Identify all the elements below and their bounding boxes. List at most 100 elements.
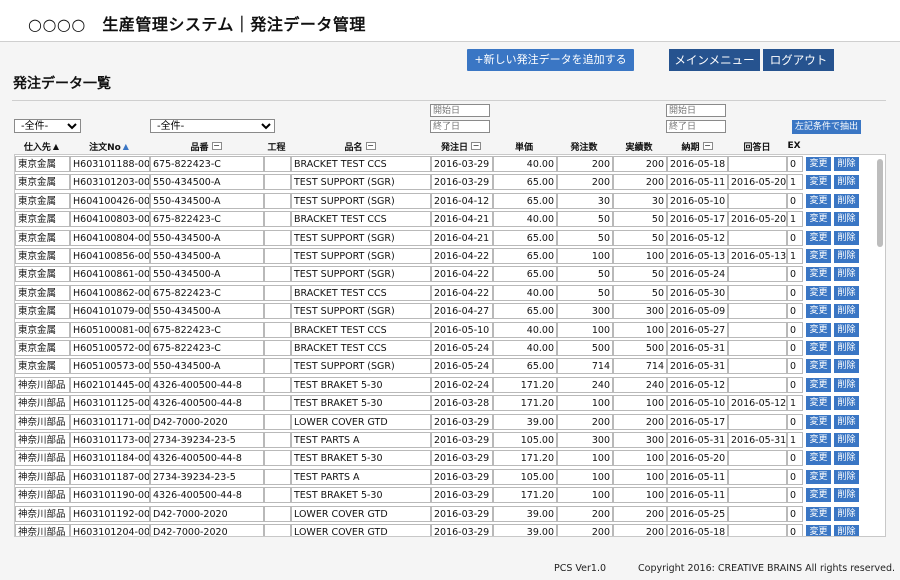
cell-unit-price: 171.20 <box>493 376 557 393</box>
col-header-part-no[interactable]: 品番 − <box>149 139 263 153</box>
col-header-actual-qty-label: 実績数 <box>625 142 653 153</box>
cell-ex: 0 <box>787 340 803 356</box>
delete-button[interactable]: 削除 <box>834 414 859 429</box>
logout-button[interactable]: ログアウト <box>763 49 834 71</box>
filter-icon[interactable]: − <box>471 142 481 150</box>
cell-delivery-date: 2016-05-31 <box>667 432 728 448</box>
cell-ex: 0 <box>787 468 803 485</box>
edit-button[interactable]: 変更 <box>806 525 831 536</box>
filter-icon[interactable]: − <box>211 142 222 150</box>
col-header-actual-qty: 実績数 <box>612 139 666 153</box>
edit-button[interactable]: 変更 <box>806 451 831 466</box>
cell-delivery-date: 2016-05-30 <box>667 284 728 301</box>
supplier-filter-select[interactable]: -全件- <box>14 119 81 133</box>
main-menu-button[interactable]: メインメニュー <box>669 49 760 71</box>
cell-ex: 0 <box>787 413 803 430</box>
delete-button[interactable]: 削除 <box>834 285 859 300</box>
edit-button[interactable]: 変更 <box>806 377 831 392</box>
apply-filter-button[interactable]: 左記条件で抽出 <box>792 120 861 134</box>
edit-button[interactable]: 変更 <box>806 212 831 227</box>
edit-button[interactable]: 変更 <box>806 193 831 208</box>
cell-reply-date <box>728 376 787 393</box>
edit-button[interactable]: 変更 <box>806 285 831 300</box>
cell-part-no: 4326-400500-44-8 <box>150 395 264 412</box>
order-date-end-input[interactable] <box>430 120 490 133</box>
cell-supplier: 東京金属 <box>15 174 70 191</box>
vertical-scrollbar[interactable] <box>877 156 883 536</box>
delete-button[interactable]: 削除 <box>834 451 859 466</box>
delete-button[interactable]: 削除 <box>834 377 859 392</box>
edit-button[interactable]: 変更 <box>806 304 831 319</box>
edit-button[interactable]: 変更 <box>806 414 831 429</box>
delete-button[interactable]: 削除 <box>834 249 859 263</box>
delete-button[interactable]: 削除 <box>834 193 859 208</box>
filter-icon[interactable]: − <box>702 142 713 150</box>
delete-button[interactable]: 削除 <box>834 359 859 374</box>
cell-delivery-date: 2016-05-13 <box>667 248 728 264</box>
table-row: 東京金属 H604100856-00 550-434500-A TEST SUPPOR… <box>15 247 877 265</box>
edit-button[interactable]: 変更 <box>806 433 831 447</box>
delete-button[interactable]: 削除 <box>834 322 859 337</box>
delete-button[interactable]: 削除 <box>834 341 859 355</box>
sort-asc-icon[interactable]: ▲ <box>53 142 59 151</box>
delivery-date-start-input[interactable] <box>666 104 726 117</box>
delete-button[interactable]: 削除 <box>834 157 859 171</box>
edit-button[interactable]: 変更 <box>806 175 831 190</box>
cell-actual-qty: 50 <box>613 284 667 301</box>
edit-button[interactable]: 変更 <box>806 359 831 374</box>
cell-order-no: H603101173-00 <box>70 432 150 448</box>
col-header-delivery-date[interactable]: 納期 − <box>666 139 728 153</box>
edit-button[interactable]: 変更 <box>806 469 831 484</box>
delete-button[interactable]: 削除 <box>834 304 859 319</box>
add-order-button[interactable]: +新しい発注データを追加する <box>467 49 634 71</box>
delete-button[interactable]: 削除 <box>834 230 859 245</box>
edit-button[interactable]: 変更 <box>806 157 831 171</box>
cell-part-no: D42-7000-2020 <box>150 413 264 430</box>
col-header-reply-date: 回答日 <box>728 139 786 153</box>
col-header-supplier[interactable]: 仕入先 ▲ <box>14 139 69 153</box>
edit-button[interactable]: 変更 <box>806 488 831 503</box>
edit-button[interactable]: 変更 <box>806 230 831 245</box>
edit-button[interactable]: 変更 <box>806 396 831 411</box>
cell-ex: 1 <box>787 432 803 448</box>
delete-button[interactable]: 削除 <box>834 506 859 521</box>
cell-order-date: 2016-03-29 <box>431 413 493 430</box>
cell-part-no: 675-822423-C <box>150 321 264 338</box>
cell-ex: 0 <box>787 229 803 246</box>
delete-button[interactable]: 削除 <box>834 488 859 503</box>
col-header-part-name[interactable]: 品名 − <box>290 139 430 153</box>
divider <box>12 100 886 101</box>
delete-button[interactable]: 削除 <box>834 525 859 536</box>
cell-order-date: 2016-04-22 <box>431 284 493 301</box>
cell-unit-price: 171.20 <box>493 395 557 412</box>
cell-unit-price: 171.20 <box>493 450 557 467</box>
order-date-start-input[interactable] <box>430 104 490 117</box>
part-filter-select[interactable]: -全件- <box>150 119 275 133</box>
delivery-date-end-input[interactable] <box>666 120 726 133</box>
edit-button[interactable]: 変更 <box>806 506 831 521</box>
scrollbar-thumb[interactable] <box>877 159 883 247</box>
cell-part-name: LOWER COVER GTD <box>291 524 431 536</box>
delete-button[interactable]: 削除 <box>834 212 859 227</box>
cell-order-qty: 714 <box>557 358 613 375</box>
cell-part-name: TEST SUPPORT (SGR) <box>291 192 431 209</box>
table-row: 東京金属 H605100572-00 675-822423-C BRACKET TES… <box>15 339 877 357</box>
delete-button[interactable]: 削除 <box>834 175 859 190</box>
sort-asc-icon[interactable]: ▲ <box>123 142 129 151</box>
delete-button[interactable]: 削除 <box>834 396 859 411</box>
cell-supplier: 東京金属 <box>15 211 70 228</box>
filter-icon[interactable]: − <box>365 142 376 150</box>
col-header-order-date[interactable]: 発注日 − <box>430 139 492 153</box>
cell-actual-qty: 50 <box>613 266 667 283</box>
edit-button[interactable]: 変更 <box>806 341 831 355</box>
edit-button[interactable]: 変更 <box>806 267 831 282</box>
edit-button[interactable]: 変更 <box>806 322 831 337</box>
delete-button[interactable]: 削除 <box>834 267 859 282</box>
cell-supplier: 東京金属 <box>15 284 70 301</box>
cell-order-date: 2016-03-29 <box>431 156 493 172</box>
delete-button[interactable]: 削除 <box>834 469 859 484</box>
cell-actual-qty: 100 <box>613 487 667 504</box>
edit-button[interactable]: 変更 <box>806 249 831 263</box>
col-header-order-no[interactable]: 注文No ▲ <box>69 139 149 153</box>
delete-button[interactable]: 削除 <box>834 433 859 447</box>
